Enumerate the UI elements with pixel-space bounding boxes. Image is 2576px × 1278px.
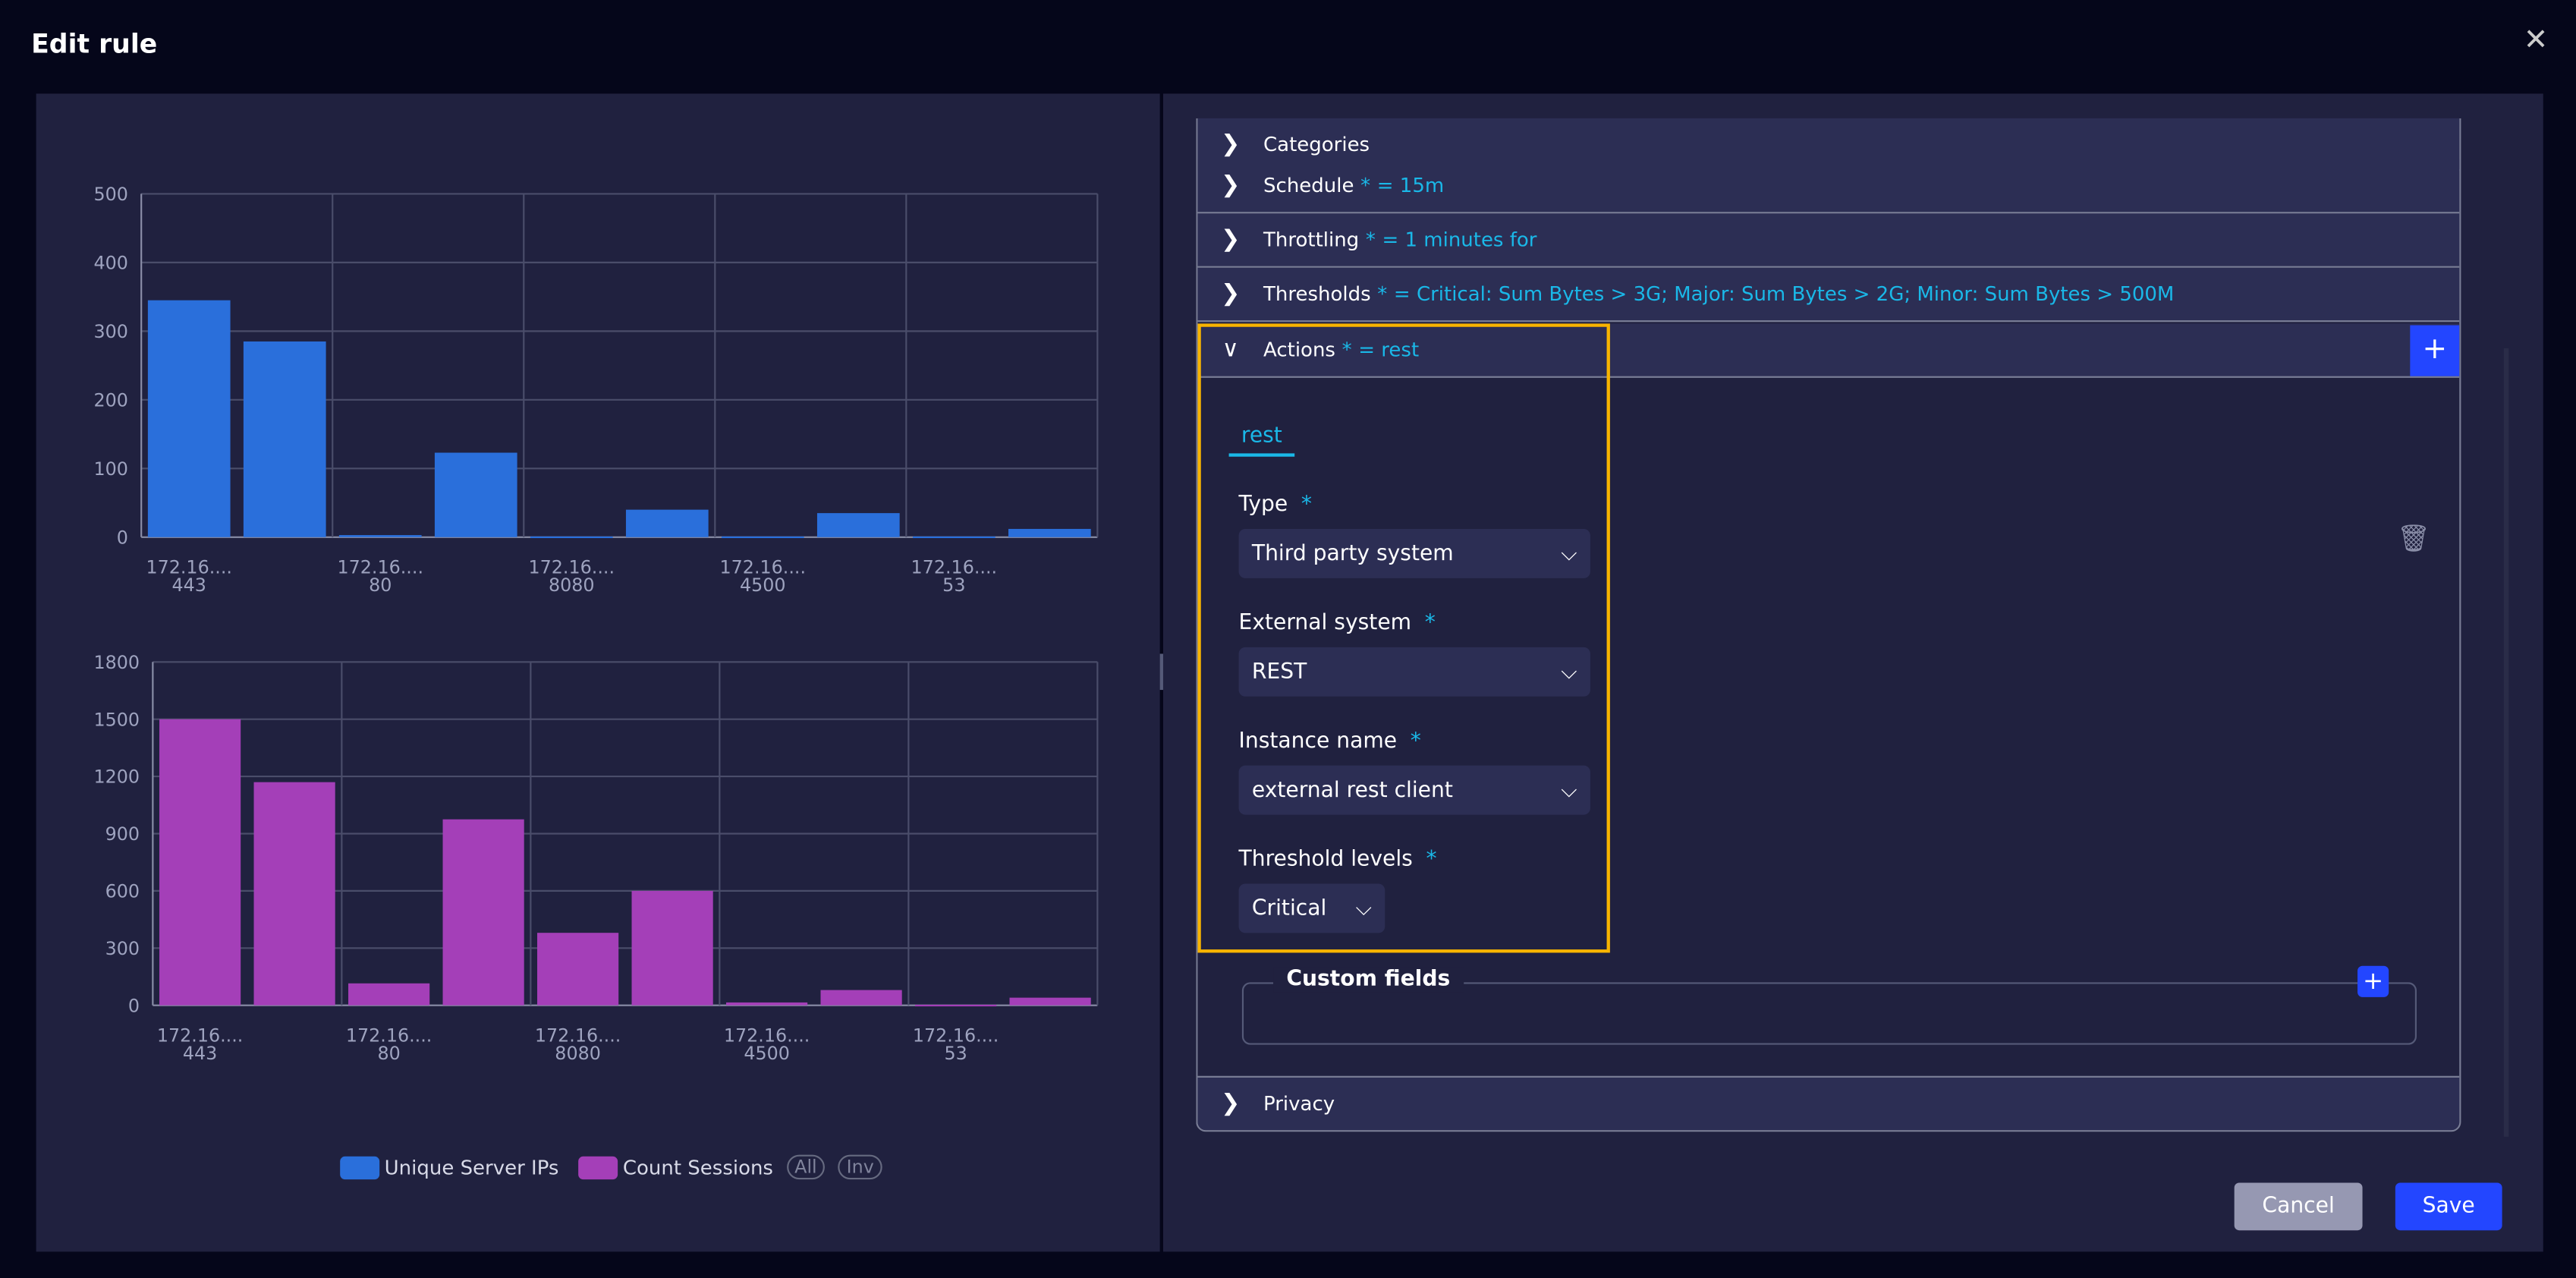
bar — [816, 513, 900, 537]
bar — [820, 990, 902, 1006]
bar — [631, 890, 713, 1006]
y-tick-label: 0 — [128, 995, 140, 1016]
chart-legend: Unique Server IPs Count Sessions All Inv — [340, 1154, 882, 1180]
x-tick-label: 80 — [377, 1043, 400, 1064]
scrollbar[interactable] — [2503, 348, 2509, 1137]
bar — [434, 452, 517, 537]
chevron-right-icon: ❯ — [1221, 172, 1241, 199]
bar — [1008, 528, 1091, 537]
x-tick-label: 8080 — [549, 574, 595, 596]
bar — [253, 782, 335, 1006]
y-tick-label: 0 — [117, 527, 128, 548]
legend-item-unique-server-ips[interactable]: Unique Server IPs — [340, 1155, 559, 1179]
section-summary: = 15m — [1376, 174, 1445, 197]
y-tick-label: 300 — [93, 321, 127, 342]
bar — [915, 1004, 997, 1007]
bar — [537, 933, 619, 1006]
highlight-box — [1197, 323, 1610, 953]
bar — [1009, 997, 1091, 1006]
section-label: Thresholds — [1263, 282, 1371, 306]
bar — [348, 983, 430, 1006]
y-tick-label: 500 — [93, 184, 127, 205]
section-label: Privacy — [1263, 1092, 1335, 1116]
count-sessions-chart: 0300600900120015001800172.16....443172.1… — [93, 652, 1099, 1064]
custom-fields-label: Custom fields — [1273, 967, 1464, 993]
bar — [159, 719, 241, 1006]
bar — [147, 300, 231, 537]
cancel-button[interactable]: Cancel — [2234, 1182, 2363, 1231]
x-tick-label: 443 — [171, 574, 206, 596]
legend-label: Count Sessions — [622, 1155, 773, 1179]
bar — [726, 1002, 808, 1006]
x-tick-label: 4500 — [744, 1043, 790, 1064]
bar — [338, 535, 422, 537]
bar — [530, 536, 613, 539]
legend-invert-button[interactable]: Inv — [838, 1154, 882, 1180]
y-tick-label: 400 — [93, 253, 127, 274]
section-label: Throttling — [1263, 228, 1360, 252]
bar — [912, 536, 995, 539]
required-marker: * — [1377, 282, 1388, 306]
section-summary: = 1 minutes for — [1382, 228, 1537, 252]
section-thresholds[interactable]: ❯ Thresholds * = Critical: Sum Bytes > 3G; … — [1197, 267, 2460, 323]
chevron-right-icon: ❯ — [1221, 226, 1241, 253]
legend-swatch — [578, 1155, 618, 1179]
legend-swatch — [340, 1155, 380, 1179]
legend-label: Unique Server IPs — [384, 1155, 559, 1179]
y-tick-label: 300 — [105, 938, 140, 959]
section-schedule[interactable]: ❯ Schedule * = 15m — [1197, 159, 2460, 214]
edit-rule-dialog: Edit rule ✕ 0 100 200 300 400 500 172.16.... 44… — [0, 0, 2576, 1278]
bar — [625, 509, 709, 537]
trash-icon[interactable]: 🗑 — [2397, 522, 2430, 553]
section-privacy[interactable]: ❯ Privacy — [1197, 1075, 2460, 1131]
add-custom-field-button[interactable]: + — [2357, 965, 2389, 997]
section-label: Schedule — [1263, 174, 1354, 197]
x-tick-label: 8080 — [555, 1043, 601, 1064]
x-tick-label: 443 — [183, 1043, 217, 1064]
y-tick-label: 200 — [93, 390, 127, 411]
x-tick-label: 4500 — [740, 574, 786, 596]
y-tick-label: 600 — [105, 881, 140, 902]
y-tick-label: 900 — [105, 823, 140, 845]
rule-sections: ❯ Categories ❯ Schedule * = 15m ❯ Throttling *… — [1196, 118, 2461, 1132]
y-tick-label: 1500 — [93, 709, 140, 730]
bar — [243, 341, 326, 537]
section-summary: = Critical: Sum Bytes > 3G; Major: Sum B… — [1393, 282, 2175, 306]
x-tick-label: 53 — [944, 1043, 967, 1064]
chevron-right-icon: ❯ — [1221, 1091, 1241, 1117]
required-marker: * — [1360, 174, 1371, 197]
bar — [442, 819, 524, 1006]
y-tick-label: 1200 — [93, 766, 140, 788]
y-tick-label: 1800 — [93, 652, 140, 673]
chevron-right-icon: ❯ — [1221, 131, 1241, 157]
unique-server-ips-chart: 0100200300400500172.16....443172.16....8… — [93, 184, 1099, 596]
legend-item-count-sessions[interactable]: Count Sessions — [578, 1155, 773, 1179]
chart-panel: 0 100 200 300 400 500 172.16.... 443 172.16.... 8… — [36, 93, 1160, 1252]
required-marker: * — [1365, 228, 1376, 252]
x-tick-label: 53 — [942, 574, 965, 596]
bar — [721, 536, 804, 539]
y-tick-label: 100 — [93, 458, 127, 480]
section-throttling[interactable]: ❯ Throttling * = 1 minutes for — [1197, 213, 2460, 268]
save-button[interactable]: Save — [2395, 1182, 2502, 1231]
dialog-title: Edit rule — [31, 27, 158, 59]
x-tick-label: 80 — [369, 574, 392, 596]
add-action-button[interactable]: + — [2410, 325, 2460, 376]
rule-form-panel: ❯ Categories ❯ Schedule * = 15m ❯ Throttling *… — [1162, 93, 2543, 1252]
section-label: Categories — [1263, 132, 1370, 156]
legend-all-button[interactable]: All — [786, 1154, 826, 1180]
chevron-right-icon: ❯ — [1221, 281, 1241, 307]
close-icon[interactable]: ✕ — [2524, 23, 2549, 57]
